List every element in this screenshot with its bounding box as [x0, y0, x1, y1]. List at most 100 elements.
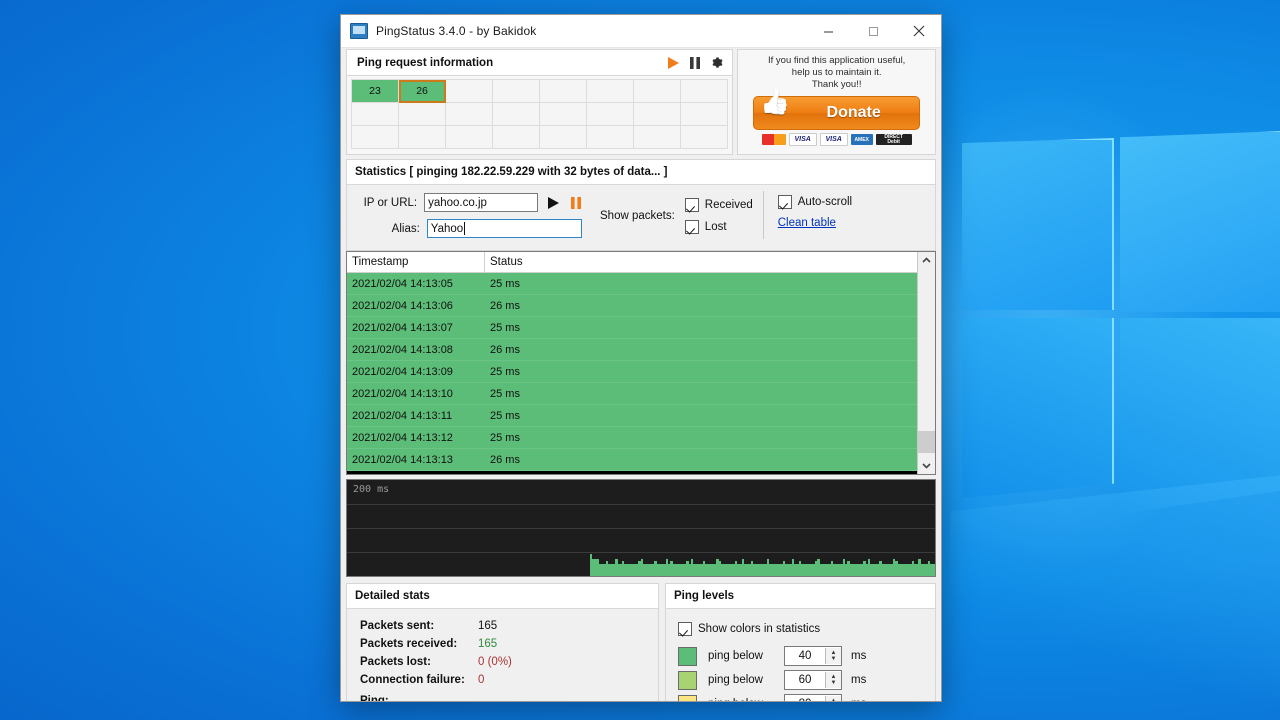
ping-cell-row: 23 26 — [350, 79, 729, 103]
received-label: Received — [704, 198, 753, 211]
ping-cell[interactable]: 23 — [350, 79, 400, 103]
scrollbar-thumb[interactable] — [918, 431, 935, 453]
spinner-down-icon[interactable]: ▼ — [831, 656, 837, 662]
ping-cell[interactable] — [633, 102, 682, 126]
cell-status: 25 ms — [490, 431, 520, 444]
ping-level-color-swatch[interactable] — [678, 694, 697, 701]
cell-timestamp: 2021/02/04 14:13:10 — [352, 387, 453, 400]
show-colors-checkbox-row[interactable]: Show colors in statistics — [678, 618, 935, 640]
detailed-stat-value: 165 — [478, 638, 498, 650]
ping-levels-panel: Ping levels Show colors in statistics pi… — [665, 583, 936, 701]
ping-level-color-swatch[interactable] — [678, 670, 697, 690]
chevron-up-icon[interactable] — [918, 252, 935, 269]
column-header-status[interactable]: Status — [485, 252, 917, 272]
ping-level-color-swatch[interactable] — [678, 646, 697, 666]
maximize-button[interactable] — [851, 15, 896, 47]
windows-logo-pane-top-right — [1120, 130, 1280, 312]
ping-level-threshold-value[interactable]: 60 — [785, 674, 825, 686]
autoscroll-checkbox[interactable] — [777, 195, 792, 209]
ping-cell[interactable] — [680, 102, 729, 126]
show-colors-checkbox[interactable] — [678, 622, 692, 636]
graph-bars — [590, 554, 935, 576]
cell-status: 25 ms — [490, 365, 520, 378]
chevron-down-icon[interactable] — [918, 457, 935, 474]
table-row[interactable]: 2021/02/04 14:13:06 26 ms — [347, 295, 917, 317]
table-scrollbar[interactable] — [917, 252, 935, 474]
table-row[interactable]: 2021/02/04 14:13:12 25 ms — [347, 427, 917, 449]
ping-cell[interactable] — [633, 79, 682, 103]
graph-gridline — [347, 504, 935, 505]
play-icon[interactable] — [666, 56, 680, 70]
stepper-arrows[interactable]: ▲▼ — [825, 648, 841, 664]
ping-request-title: Ping request information — [357, 56, 494, 69]
start-ping-icon[interactable] — [547, 196, 560, 210]
received-checkbox[interactable] — [684, 197, 699, 212]
ping-cell[interactable] — [350, 102, 400, 126]
ping-cell[interactable]: 26 — [398, 79, 447, 103]
table-row[interactable]: 2021/02/04 14:13:07 25 ms — [347, 317, 917, 339]
ping-cell[interactable] — [445, 79, 494, 103]
ping-level-rows: ping below40▲▼msping below60▲▼msping bel… — [678, 644, 935, 701]
ping-cell[interactable] — [350, 125, 400, 149]
ping-cell[interactable] — [398, 102, 447, 126]
table-row[interactable]: 2021/02/04 14:13:10 25 ms — [347, 383, 917, 405]
ping-level-threshold-value[interactable]: 40 — [785, 650, 825, 662]
ping-cell[interactable] — [539, 125, 588, 149]
ping-request-header-bar: Ping request information — [347, 50, 733, 76]
thumbs-up-icon: 👍 — [760, 89, 791, 116]
ping-cell[interactable] — [586, 125, 635, 149]
ping-cell[interactable] — [492, 125, 541, 149]
bottom-section: Detailed stats Packets sent: 165 Packets r… — [346, 583, 936, 701]
stepper-arrows[interactable]: ▲▼ — [825, 672, 841, 688]
table-row[interactable]: 2021/02/04 14:13:13 26 ms — [347, 449, 917, 471]
minimize-button[interactable] — [806, 15, 851, 47]
ping-cell[interactable] — [398, 125, 447, 149]
spinner-down-icon[interactable]: ▼ — [831, 680, 837, 686]
cell-status: 26 ms — [490, 453, 520, 466]
table-row[interactable]: 2021/02/04 14:13:08 26 ms — [347, 339, 917, 361]
windows-logo-pane-top-left — [962, 138, 1114, 310]
ping-cell[interactable] — [539, 79, 588, 103]
ping-cell[interactable] — [680, 79, 729, 103]
ping-level-row: ping below 40 ▲ ▼ ms — [678, 644, 935, 668]
gear-icon[interactable] — [710, 56, 724, 70]
pause-icon[interactable] — [689, 56, 701, 70]
ping-cell[interactable] — [445, 102, 494, 126]
ip-field-row: IP or URL: yahoo.co.jp — [347, 191, 582, 214]
clean-table-link[interactable]: Clean table — [778, 217, 852, 229]
ping-cell[interactable] — [633, 125, 682, 149]
ping-level-unit: ms — [851, 698, 866, 701]
donate-button[interactable]: 👍 Donate — [753, 91, 921, 130]
detailed-stats-rows: Packets sent: 165 Packets received: 165 Pack… — [360, 617, 658, 689]
table-row[interactable]: 2021/02/04 14:13:05 25 ms — [347, 273, 917, 295]
ping-level-threshold-value[interactable]: 80 — [785, 698, 825, 701]
lost-checkbox-row[interactable]: Lost — [684, 216, 753, 238]
ping-cell[interactable] — [492, 102, 541, 126]
lost-checkbox[interactable] — [684, 219, 699, 234]
ping-level-threshold-stepper[interactable]: 80▲▼ — [784, 694, 842, 701]
ping-cell[interactable] — [586, 79, 635, 103]
detailed-stat-row: Packets received: 165 — [360, 635, 658, 653]
ping-level-threshold-stepper[interactable]: 40 ▲ ▼ — [784, 646, 842, 666]
received-checkbox-row[interactable]: Received — [684, 194, 753, 216]
ping-cell[interactable] — [586, 102, 635, 126]
detailed-stat-key: Packets received: — [360, 638, 458, 650]
ip-label: IP or URL: — [363, 196, 418, 209]
spinner-up-icon[interactable]: ▲ — [831, 698, 837, 701]
ping-cell[interactable] — [680, 125, 729, 149]
ip-or-url-input[interactable]: yahoo.co.jp — [424, 193, 538, 212]
alias-input[interactable]: Yahoo — [426, 219, 582, 238]
table-row[interactable]: 2021/02/04 14:13:09 25 ms — [347, 361, 917, 383]
autoscroll-checkbox-row[interactable]: Auto-scroll — [777, 191, 852, 213]
ping-level-threshold-stepper[interactable]: 60 ▲ ▼ — [784, 670, 842, 690]
ping-cell[interactable] — [492, 79, 541, 103]
pause-ping-icon[interactable] — [570, 196, 582, 210]
table-row[interactable]: 2021/02/04 14:13:11 25 ms — [347, 405, 917, 427]
ping-cell[interactable] — [445, 125, 494, 149]
scrollbar-track[interactable] — [918, 269, 935, 457]
alias-field-row: Alias: Yahoo — [347, 217, 582, 240]
stepper-arrows[interactable]: ▲▼ — [825, 696, 841, 701]
close-button[interactable] — [896, 15, 941, 47]
column-header-timestamp[interactable]: Timestamp — [347, 252, 485, 272]
ping-cell[interactable] — [539, 102, 588, 126]
